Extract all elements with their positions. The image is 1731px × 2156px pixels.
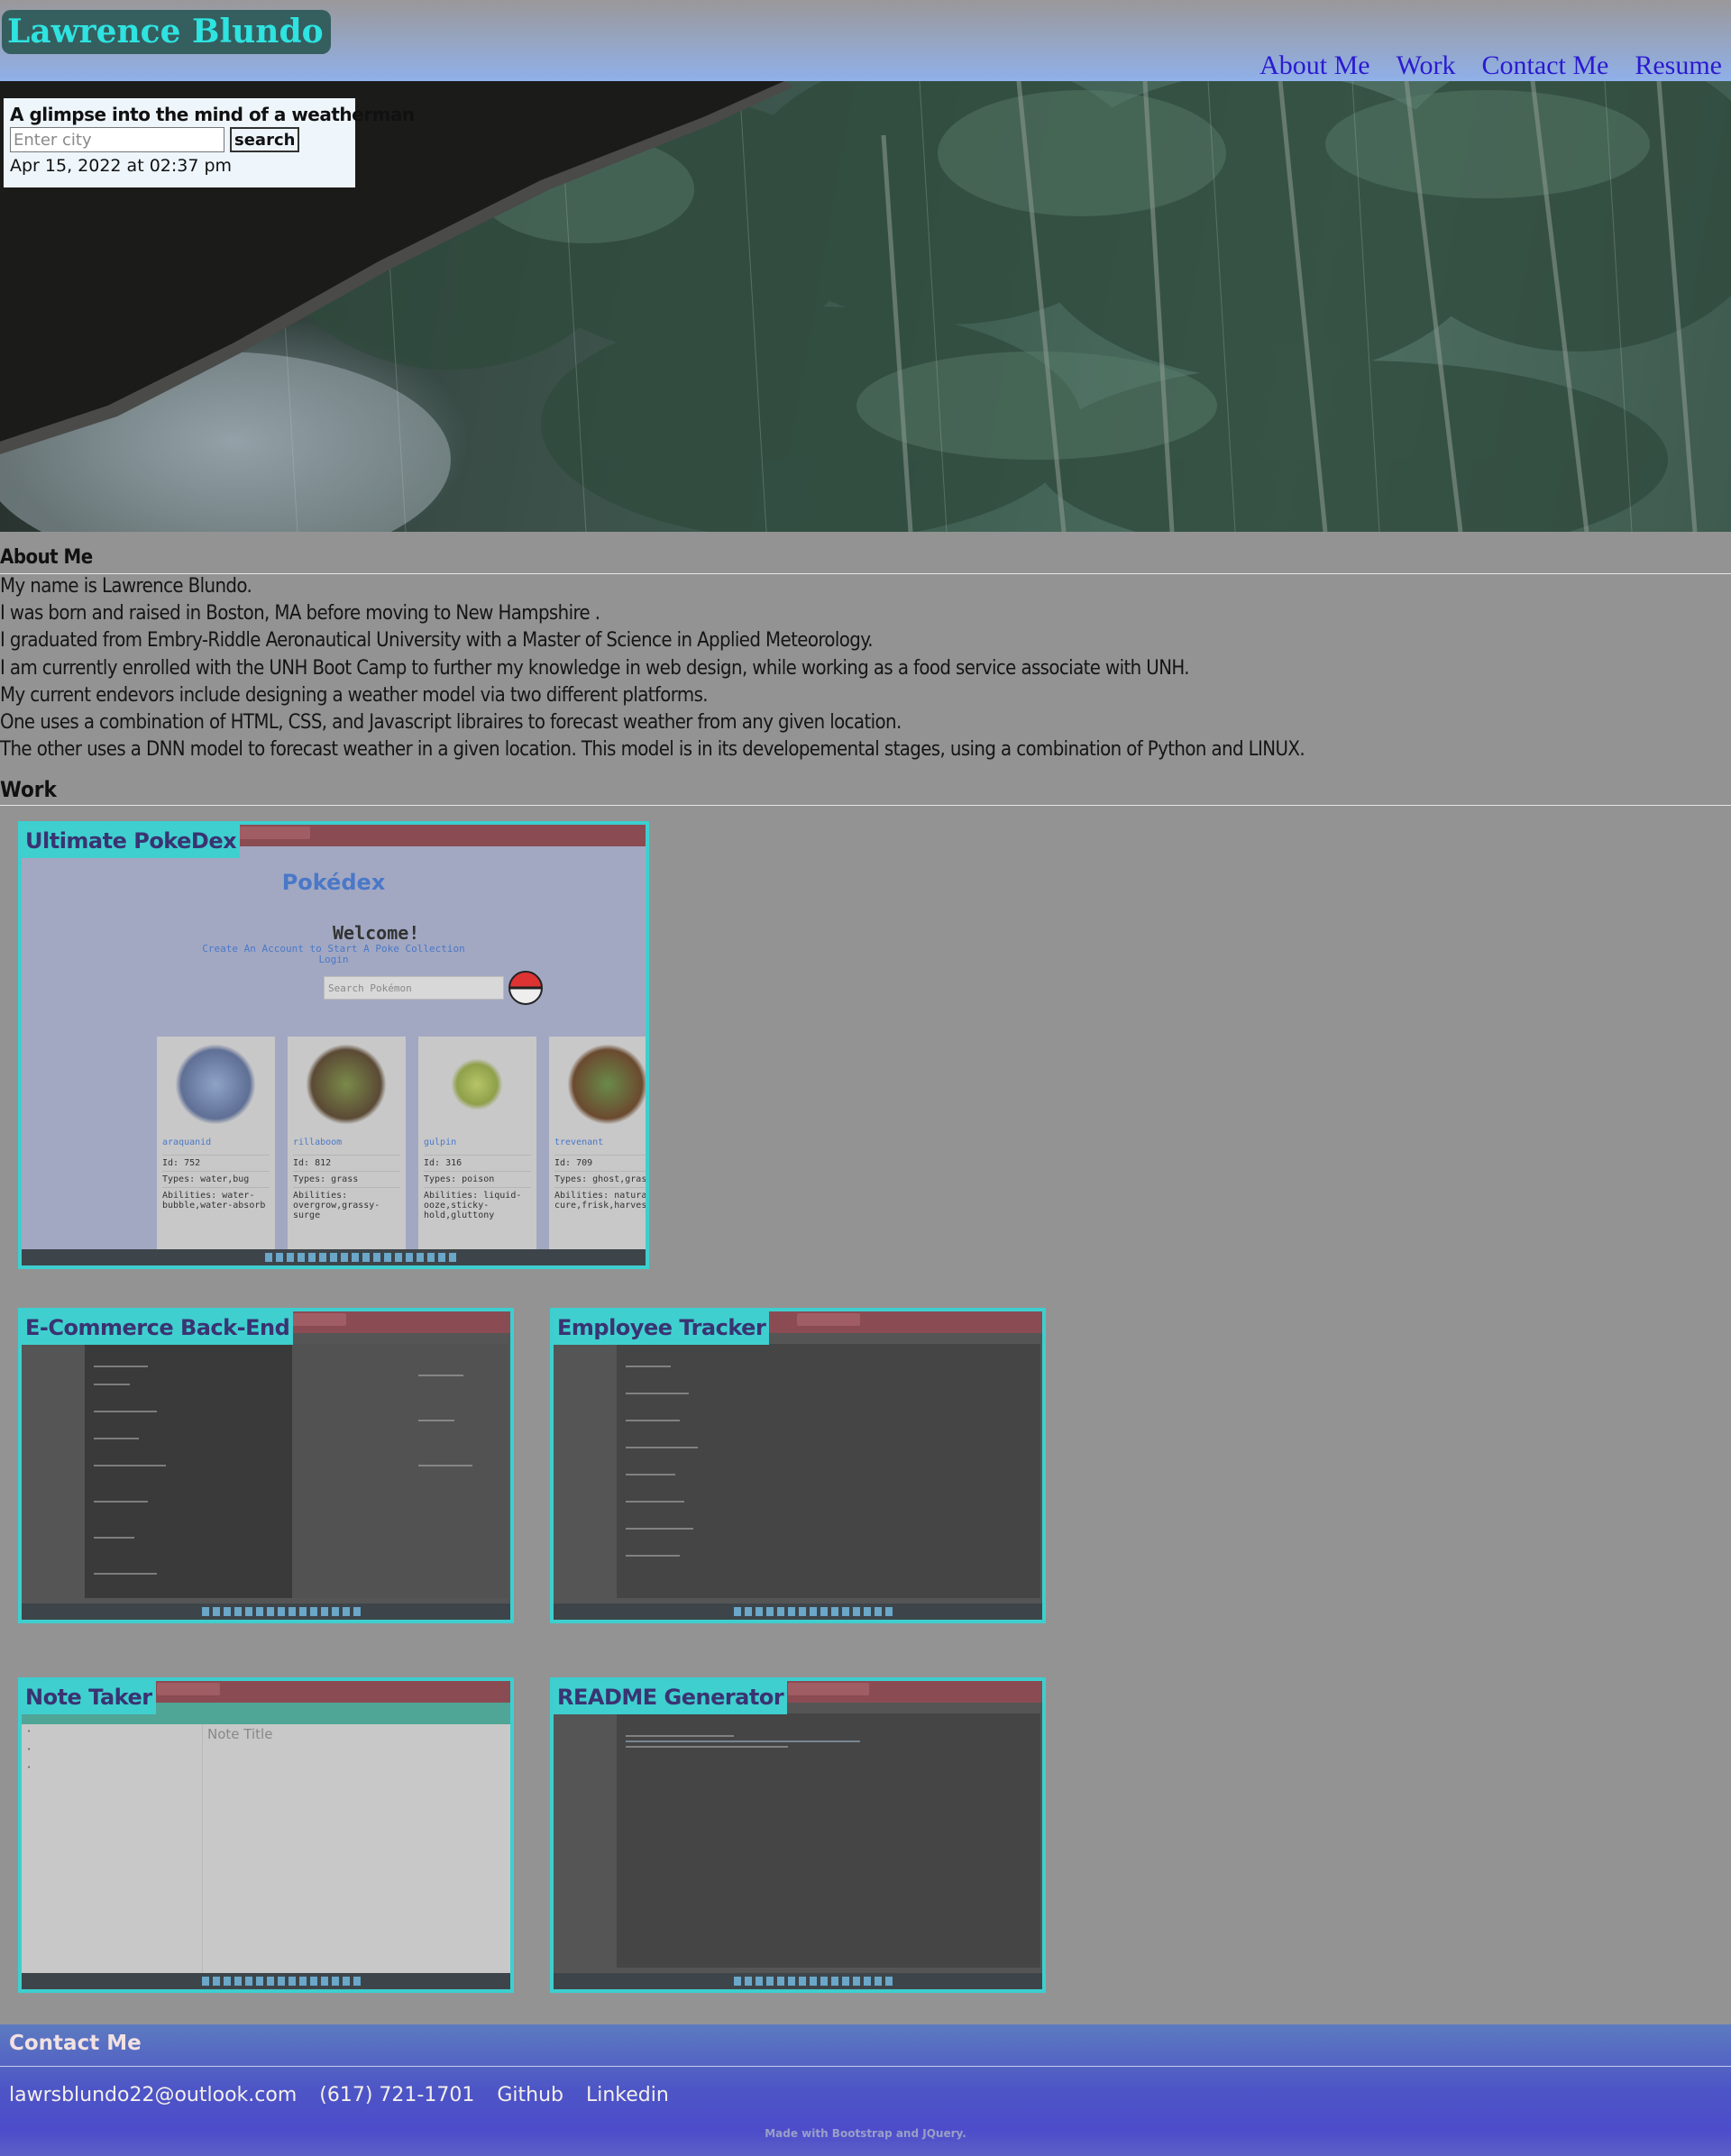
pokemon-id: Id: 316 [424, 1155, 531, 1171]
main-nav: About Me Work Contact Me Resume [1259, 50, 1722, 81]
linkedin-link[interactable]: Linkedin [586, 2084, 669, 2106]
pokemon-name: araquanid [162, 1137, 212, 1147]
project-title[interactable]: Ultimate PokeDex [22, 825, 241, 858]
pokemon-name: gulpin [424, 1137, 457, 1147]
pokedex-card-list: araquanid Id: 752 Types: water,bug Abili… [157, 1037, 646, 1253]
pokemon-abilities: Abilities: overgrow,grassy-surge [293, 1187, 400, 1223]
weather-datetime: Apr 15, 2022 at 02:37 pm [10, 156, 233, 176]
screenshot-taskbar [22, 1249, 646, 1265]
weather-title: A glimpse into the mind of a weatherman [10, 104, 415, 125]
screenshot-taskbar [554, 1973, 1042, 1989]
hero-rain-image: A glimpse into the mind of a weatherman … [0, 81, 1731, 532]
search-button[interactable]: search [230, 127, 300, 152]
weather-widget: A glimpse into the mind of a weatherman … [4, 98, 415, 187]
work-heading: Work [0, 776, 1731, 806]
about-line: One uses a combination of HTML, CSS, and… [0, 711, 902, 735]
github-link[interactable]: Github [497, 2084, 563, 2106]
project-card-pokedex[interactable]: Pokédex Welcome! Create An Account to St… [18, 821, 649, 1269]
project-title[interactable]: Note Taker [22, 1681, 156, 1714]
screenshot-taskbar [22, 1603, 510, 1620]
nav-work[interactable]: Work [1397, 50, 1456, 81]
project-card-readme-generator[interactable]: README Generator [550, 1677, 1046, 1993]
about-line: My name is Lawrence Blundo. [0, 575, 252, 598]
about-line: I was born and raised in Boston, MA befo… [0, 602, 600, 626]
screenshot-taskbar [554, 1603, 1042, 1620]
about-line: My current endevors include designing a … [0, 683, 709, 707]
pokemon-abilities: Abilities: water-bubble,water-absorb [162, 1187, 270, 1213]
about-heading: About Me [0, 544, 1731, 574]
nav-resume[interactable]: Resume [1635, 50, 1722, 81]
pokemon-card: araquanid Id: 752 Types: water,bug Abili… [157, 1037, 275, 1253]
pokemon-types: Types: water,bug [162, 1171, 270, 1187]
pokemon-name: trevenant [554, 1137, 604, 1147]
about-line: The other uses a DNN model to forecast w… [0, 738, 1305, 762]
email-link[interactable]: lawrsblundo22@outlook.com [9, 2084, 297, 2106]
screenshot-taskbar [22, 1973, 510, 1989]
contact-heading: Contact Me [9, 2032, 142, 2055]
footer-credit: Made with Bootstrap and JQuery. [765, 2127, 966, 2140]
about-line: I am currently enrolled with the UNH Boo… [0, 656, 1190, 680]
project-screenshot: • • • Note Title [22, 1681, 510, 1989]
site-title[interactable]: Lawrence Blundo [2, 10, 331, 54]
contact-links: lawrsblundo22@outlook.com (617) 721-1701… [9, 2084, 669, 2106]
pokemon-types: Types: grass [293, 1171, 400, 1187]
contact-section: Contact Me lawrsblundo22@outlook.com (61… [0, 2024, 1731, 2156]
pokedex-subtitle: Create An Account to Start A Poke Collec… [22, 944, 646, 965]
pokemon-types: Types: poison [424, 1171, 531, 1187]
pokedex-brand: Pokédex [281, 870, 386, 895]
pokemon-sprite [436, 1044, 517, 1125]
project-card-employee-tracker[interactable]: Employee Tracker [550, 1308, 1046, 1623]
project-title[interactable]: README Generator [554, 1681, 788, 1714]
pokemon-sprite [175, 1044, 256, 1125]
pokemon-name: rillaboom [293, 1137, 343, 1147]
pokemon-sprite [306, 1044, 387, 1125]
pokemon-id: Id: 709 [554, 1155, 646, 1171]
project-title[interactable]: Employee Tracker [554, 1311, 770, 1345]
nav-about-me[interactable]: About Me [1259, 50, 1370, 81]
pokeball-icon [508, 971, 543, 1005]
about-text: My name is Lawrence Blundo. I was born a… [0, 573, 1305, 763]
note-title-field: Note Title [207, 1726, 273, 1742]
project-screenshot: Pokédex Welcome! Create An Account to St… [22, 825, 646, 1265]
project-card-ecommerce[interactable]: E-Commerce Back-End [18, 1308, 514, 1623]
pokemon-id: Id: 752 [162, 1155, 270, 1171]
phone-link[interactable]: (617) 721-1701 [319, 2084, 474, 2106]
project-title[interactable]: E-Commerce Back-End [22, 1311, 294, 1345]
contact-divider [0, 2066, 1731, 2067]
pokedex-search-field: Search Pokémon [324, 976, 504, 1000]
project-screenshot [554, 1311, 1042, 1620]
pokedex-subtitle-line: Login [318, 954, 349, 965]
site-header: Lawrence Blundo About Me Work Contact Me… [0, 0, 1731, 81]
project-card-note-taker[interactable]: • • • Note Title Note Taker [18, 1677, 514, 1993]
pokemon-card: rillaboom Id: 812 Types: grass Abilities… [288, 1037, 406, 1253]
pokemon-card: trevenant Id: 709 Types: ghost,grass Abi… [549, 1037, 646, 1253]
pokemon-card: gulpin Id: 316 Types: poison Abilities: … [418, 1037, 536, 1253]
about-line: I graduated from Embry-Riddle Aeronautic… [0, 629, 874, 653]
nav-contact-me[interactable]: Contact Me [1482, 50, 1609, 81]
pokemon-abilities: Abilities: natural-cure,frisk,harvest [554, 1187, 646, 1213]
project-screenshot [22, 1311, 510, 1620]
pokemon-sprite [567, 1044, 646, 1125]
pokemon-abilities: Abilities: liquid-ooze,sticky-hold,glutt… [424, 1187, 531, 1223]
city-search-input[interactable] [10, 127, 224, 152]
pokemon-id: Id: 812 [293, 1155, 400, 1171]
project-screenshot [554, 1681, 1042, 1989]
pokedex-welcome: Welcome! [333, 922, 420, 944]
pokemon-types: Types: ghost,grass [554, 1171, 646, 1187]
